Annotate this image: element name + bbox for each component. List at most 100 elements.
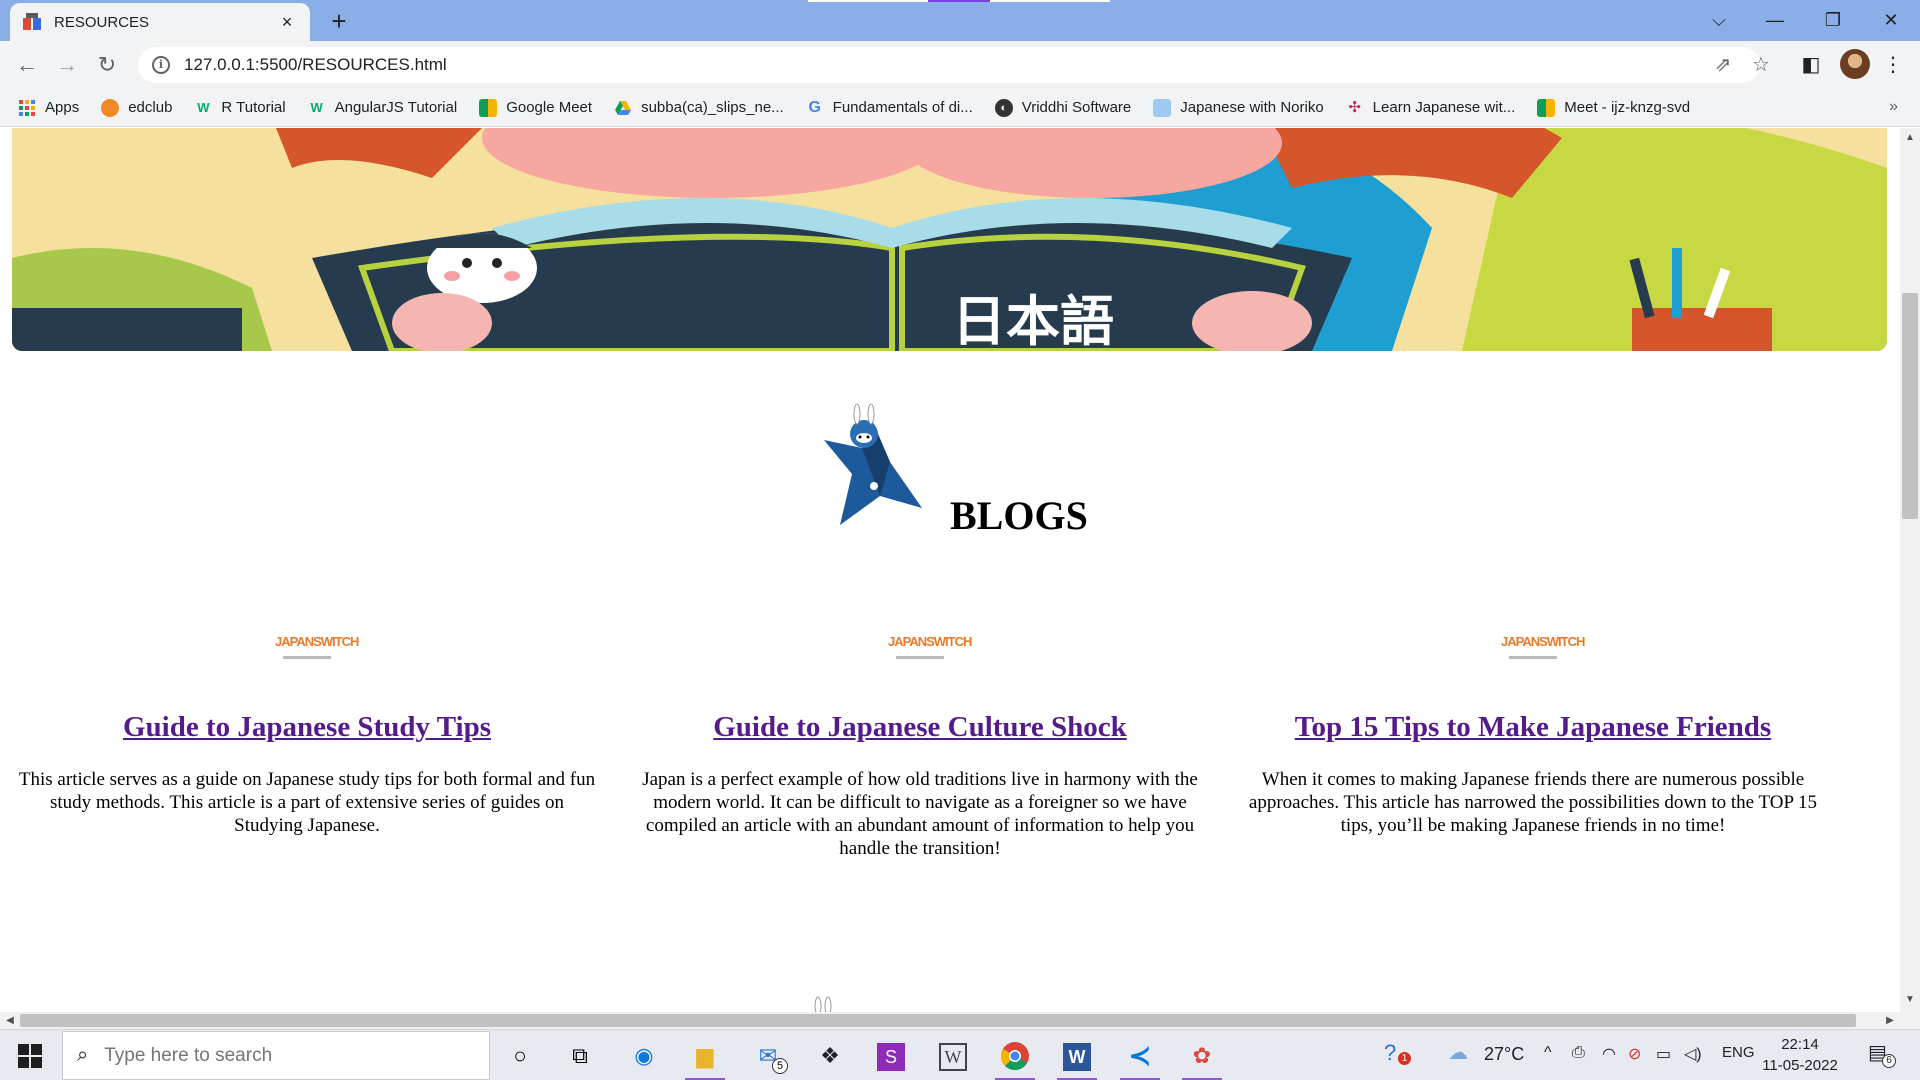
- reload-icon[interactable]: ↻: [92, 51, 122, 79]
- wiki-icon[interactable]: W: [933, 1038, 973, 1074]
- japanswitch-logo[interactable]: JAPANSWITCH: [275, 628, 359, 668]
- blog-description: Japan is a perfect example of how old tr…: [642, 769, 1198, 859]
- blog-link-japanese-friends[interactable]: Top 15 Tips to Make Japanese Friends: [1238, 711, 1828, 744]
- clock-date: 11-05-2022: [1762, 1057, 1838, 1074]
- bookmark-vriddhi-software[interactable]: ◐ Vriddhi Software: [994, 98, 1131, 117]
- site-info-icon[interactable]: i: [152, 56, 170, 74]
- blogs-header: BLOGS: [822, 400, 1102, 538]
- taskbar-search-input[interactable]: [104, 1044, 465, 1067]
- dropbox-icon[interactable]: ❖: [810, 1038, 850, 1074]
- mail-badge: 5: [772, 1058, 788, 1074]
- tab-search-chevron-icon[interactable]: ⌵: [1699, 6, 1739, 34]
- bookmark-learn-japanese[interactable]: ✣ Learn Japanese wit...: [1346, 98, 1515, 117]
- minimize-icon[interactable]: —: [1755, 6, 1795, 34]
- tray-overflow-chevron-icon[interactable]: ^: [1544, 1044, 1552, 1062]
- blog-card: JAPANSWITCH Guide to Japanese Study Tips…: [12, 628, 602, 837]
- site-favicon-icon: [22, 12, 42, 32]
- partial-mascot-icon: [808, 994, 838, 1012]
- skillshare-icon[interactable]: S: [871, 1038, 911, 1074]
- bookmark-star-icon[interactable]: ☆: [1748, 53, 1774, 77]
- clock-time: 22:14: [1781, 1036, 1819, 1053]
- wifi-icon[interactable]: ◠: [1602, 1044, 1616, 1064]
- bookmark-google-meet[interactable]: Google Meet: [479, 98, 592, 117]
- tab-drag-indicator: [808, 0, 928, 2]
- file-explorer-icon[interactable]: ▆: [685, 1038, 725, 1080]
- tab-resources[interactable]: RESOURCES ×: [10, 3, 310, 41]
- bookmark-fundamentals[interactable]: G Fundamentals of di...: [806, 99, 972, 117]
- back-arrow-icon[interactable]: ←: [12, 51, 42, 79]
- blog-link-culture-shock[interactable]: Guide to Japanese Culture Shock: [625, 711, 1215, 744]
- bookmarks-overflow-icon[interactable]: »: [1889, 98, 1898, 116]
- url-input[interactable]: [184, 55, 1584, 75]
- google-drive-icon: [614, 99, 632, 117]
- bookmark-japanese-with-noriko[interactable]: Japanese with Noriko: [1153, 98, 1324, 117]
- window-close-icon[interactable]: ✕: [1871, 6, 1911, 34]
- japanswitch-logo[interactable]: JAPANSWITCH: [1501, 628, 1585, 668]
- chrome-icon[interactable]: [995, 1038, 1035, 1080]
- network-icon[interactable]: ⊘: [1628, 1044, 1641, 1064]
- address-bar[interactable]: i ⇗ ☆: [138, 47, 1770, 83]
- browser-tab-strip: RESOURCES × + ⌵ — ❐ ✕: [0, 0, 1920, 41]
- meet-now-icon[interactable]: ⎙: [1572, 1044, 1585, 1062]
- mail-icon[interactable]: ✉ 5: [748, 1038, 788, 1074]
- battery-icon[interactable]: ▭: [1656, 1044, 1671, 1064]
- vscode-icon[interactable]: ≺: [1120, 1038, 1160, 1080]
- blog-description: When it comes to making Japanese friends…: [1248, 769, 1818, 836]
- scroll-down-arrow-icon[interactable]: ▼: [1900, 994, 1920, 1005]
- cortana-icon[interactable]: ○: [500, 1038, 540, 1074]
- menu-kebab-icon[interactable]: ⋮: [1879, 51, 1907, 79]
- bookmark-google-drive[interactable]: subba(ca)_slips_ne...: [614, 99, 784, 117]
- horizontal-scroll-thumb[interactable]: [20, 1014, 1856, 1027]
- weather-temperature[interactable]: 27°C: [1484, 1044, 1524, 1065]
- notification-count: 6: [1882, 1054, 1896, 1068]
- bookmarks-bar: Apps edclub WR Tutorial W AngularJS Tutor…: [0, 89, 1920, 127]
- edclub-icon: [101, 98, 120, 117]
- help-icon[interactable]: ? 1: [1384, 1040, 1411, 1066]
- globe-icon: ◐: [994, 98, 1013, 117]
- google-meet-icon: [1537, 98, 1556, 117]
- screen: RESOURCES × + ⌵ — ❐ ✕ ← → ↻ i ⇗ ☆ ◧ ⋮ Ap…: [0, 0, 1920, 1080]
- vertical-scroll-thumb[interactable]: [1902, 293, 1918, 519]
- scroll-left-arrow-icon[interactable]: ◀: [0, 1012, 20, 1029]
- language-indicator[interactable]: ENG: [1722, 1044, 1755, 1061]
- system-clock[interactable]: 22:14 11-05-2022: [1760, 1034, 1840, 1076]
- browser-toolbar: ← → ↻ i ⇗ ☆ ◧ ⋮: [0, 41, 1920, 89]
- scroll-up-arrow-icon[interactable]: ▲: [1900, 132, 1920, 143]
- taskbar-search-box[interactable]: ⌕: [62, 1031, 490, 1080]
- notification-center-icon[interactable]: ▤ 6: [1868, 1040, 1896, 1068]
- section-title: BLOGS: [950, 493, 1088, 538]
- side-panel-icon[interactable]: ◧: [1797, 51, 1825, 79]
- blog-card: JAPANSWITCH Guide to Japanese Culture Sh…: [625, 628, 1215, 860]
- vertical-scrollbar[interactable]: ▲ ▼: [1900, 128, 1920, 1012]
- bookmark-apps[interactable]: Apps: [18, 99, 79, 117]
- slack-icon: ✣: [1348, 98, 1361, 116]
- horizontal-scrollbar[interactable]: ◀ ▶: [0, 1012, 1920, 1029]
- japanswitch-logo[interactable]: JAPANSWITCH: [888, 628, 972, 668]
- weather-cloud-icon[interactable]: ☁: [1448, 1040, 1468, 1065]
- windows-start-icon[interactable]: [18, 1044, 42, 1068]
- bookmark-angularjs-tutorial[interactable]: W AngularJS Tutorial: [308, 99, 457, 117]
- blog-link-study-tips[interactable]: Guide to Japanese Study Tips: [12, 711, 602, 744]
- tab-drag-indicator: [990, 0, 1110, 2]
- bookmark-meet-session[interactable]: Meet - ijz-knzg-svd: [1537, 98, 1690, 117]
- ninja-mascot-icon: [822, 400, 922, 530]
- word-icon[interactable]: W: [1057, 1038, 1097, 1080]
- restore-icon[interactable]: ❐: [1813, 6, 1853, 34]
- volume-icon[interactable]: ◁): [1684, 1044, 1702, 1064]
- paint-app-icon[interactable]: ✿: [1182, 1038, 1222, 1080]
- forward-arrow-icon[interactable]: →: [52, 51, 82, 79]
- page-viewport: 日本語 BLOGS JAPANSWITCH Guide to Japanese …: [0, 128, 1900, 1012]
- new-tab-button[interactable]: +: [324, 6, 354, 36]
- scroll-right-arrow-icon[interactable]: ▶: [1880, 1012, 1900, 1029]
- bookmark-r-tutorial[interactable]: WR Tutorial: [194, 99, 285, 117]
- edge-browser-icon[interactable]: ◉: [624, 1038, 664, 1074]
- share-icon[interactable]: ⇗: [1710, 53, 1736, 77]
- google-meet-icon: [479, 98, 498, 117]
- hero-japanese-text: 日本語: [952, 290, 1114, 351]
- help-badge: 1: [1398, 1052, 1411, 1065]
- bookmark-edclub[interactable]: edclub: [101, 98, 172, 117]
- tab-close-icon[interactable]: ×: [276, 12, 298, 33]
- w3schools-icon: W: [310, 99, 323, 115]
- profile-avatar[interactable]: [1840, 49, 1870, 79]
- task-view-icon[interactable]: ⧉: [560, 1038, 600, 1074]
